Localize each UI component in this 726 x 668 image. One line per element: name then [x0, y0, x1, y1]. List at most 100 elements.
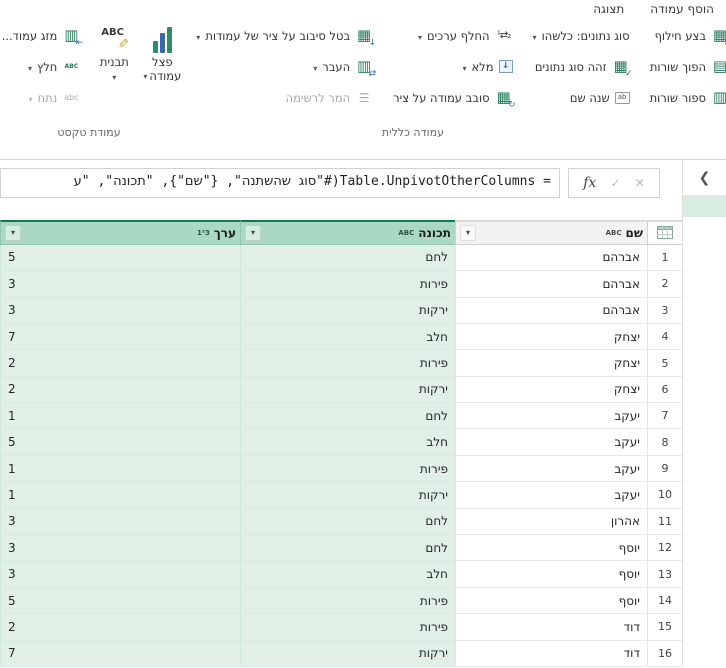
value-cell[interactable]: 3 [0, 509, 240, 535]
attribute-cell[interactable]: ירקות [240, 377, 455, 403]
count-rows-button[interactable]: ספור שורות [646, 82, 726, 113]
value-cell[interactable]: 1 [0, 456, 240, 482]
name-cell[interactable]: אברהם [455, 298, 647, 324]
attribute-cell[interactable]: ירקות [240, 482, 455, 508]
attribute-cell[interactable]: פירות [240, 614, 455, 640]
format-button[interactable]: תבנית [90, 17, 138, 125]
attribute-cell[interactable]: חלב [240, 324, 455, 350]
row-number-cell[interactable]: 9 [647, 456, 682, 482]
value-cell[interactable]: 3 [0, 298, 240, 324]
column-header-value[interactable]: ערך 1²3 [0, 220, 240, 245]
row-number-cell[interactable]: 10 [647, 482, 682, 508]
value-cell[interactable]: 2 [0, 350, 240, 376]
attribute-cell[interactable]: פירות [240, 588, 455, 614]
attribute-cell[interactable]: לחם [240, 509, 455, 535]
reverse-rows-button[interactable]: הפוך שורות [646, 51, 726, 82]
row-number-cell[interactable]: 7 [647, 403, 682, 429]
row-number-cell[interactable]: 8 [647, 429, 682, 455]
name-cell[interactable]: יעקב [455, 456, 647, 482]
attribute-cell[interactable]: ירקות [240, 298, 455, 324]
name-cell[interactable]: דוד [455, 614, 647, 640]
name-cell[interactable]: אברהם [455, 271, 647, 297]
value-cell[interactable]: 1 [0, 403, 240, 429]
name-cell[interactable]: יצחק [455, 324, 647, 350]
transpose-button[interactable]: בצע חילוף [646, 20, 726, 51]
row-number-cell[interactable]: 4 [647, 324, 682, 350]
name-cell[interactable]: יעקב [455, 403, 647, 429]
value-cell[interactable]: 2 [0, 377, 240, 403]
group-label-text-column: עמודת טקסט [0, 125, 186, 142]
split-column-button[interactable]: פצל עמודה [138, 17, 186, 125]
attribute-cell[interactable]: פירות [240, 456, 455, 482]
detect-data-type-button[interactable]: זהה סוג נתונים [529, 51, 634, 82]
number-type-icon: 1²3 [197, 229, 210, 237]
pivot-column-button[interactable]: סובב עמודה על ציר [389, 82, 516, 113]
tab-add-column[interactable]: הוסף עמודה [650, 2, 714, 16]
add-step-fx-button[interactable]: fx [583, 175, 596, 191]
value-cell[interactable]: 1 [0, 482, 240, 508]
replace-values-button[interactable]: החלף ערכים [389, 20, 516, 51]
dropdown-caret-icon [462, 60, 466, 74]
attribute-cell[interactable]: פירות [240, 271, 455, 297]
name-cell[interactable]: יעקב [455, 482, 647, 508]
value-cell[interactable]: 5 [0, 245, 240, 271]
select-all-corner-button[interactable] [647, 220, 682, 245]
extract-button[interactable]: חלץ [0, 51, 84, 82]
column-header-attribute[interactable]: תכונה ABC [240, 220, 455, 245]
merge-columns-icon [62, 27, 80, 45]
attribute-cell[interactable]: חלב [240, 429, 455, 455]
row-number-cell[interactable]: 3 [647, 298, 682, 324]
expand-queries-pane-button[interactable]: ❯ [699, 170, 711, 190]
attribute-cell[interactable]: לחם [240, 535, 455, 561]
value-cell[interactable]: 7 [0, 324, 240, 350]
filter-dropdown-button[interactable] [5, 225, 21, 241]
filter-dropdown-button[interactable] [245, 225, 261, 241]
row-number-cell[interactable]: 13 [647, 561, 682, 587]
row-number-cell[interactable]: 6 [647, 377, 682, 403]
commit-formula-button[interactable]: ✓ [610, 176, 620, 190]
name-cell[interactable]: אברהם [455, 245, 647, 271]
value-cell[interactable]: 5 [0, 429, 240, 455]
name-cell[interactable]: דוד [455, 641, 647, 667]
value-cell[interactable]: 3 [0, 271, 240, 297]
queries-pane-tab[interactable] [683, 195, 726, 217]
row-number-cell[interactable]: 5 [647, 350, 682, 376]
row-number-cell[interactable]: 2 [647, 271, 682, 297]
value-cell[interactable]: 3 [0, 535, 240, 561]
name-cell[interactable]: יוסף [455, 561, 647, 587]
merge-columns-button[interactable]: מזג עמוד... [0, 20, 84, 51]
name-cell[interactable]: יוסף [455, 588, 647, 614]
name-cell[interactable]: יצחק [455, 350, 647, 376]
fill-button[interactable]: מלא [389, 51, 516, 82]
filter-dropdown-button[interactable] [460, 225, 476, 241]
formula-input[interactable]: = Table.UnpivotOtherColumns(#"סוג שהשתנה… [0, 168, 560, 198]
fill-icon [499, 60, 513, 73]
name-cell[interactable]: יוסף [455, 535, 647, 561]
attribute-cell[interactable]: ירקות [240, 641, 455, 667]
unpivot-columns-button[interactable]: בטל סיבוב על ציר של עמודות [192, 20, 377, 51]
name-cell[interactable]: יעקב [455, 429, 647, 455]
attribute-cell[interactable]: לחם [240, 245, 455, 271]
value-cell[interactable]: 2 [0, 614, 240, 640]
attribute-cell[interactable]: חלב [240, 561, 455, 587]
attribute-cell[interactable]: פירות [240, 350, 455, 376]
attribute-cell[interactable]: לחם [240, 403, 455, 429]
name-cell[interactable]: יצחק [455, 377, 647, 403]
column-header-name[interactable]: שם ABC [455, 220, 647, 245]
value-cell[interactable]: 7 [0, 641, 240, 667]
row-number-cell[interactable]: 12 [647, 535, 682, 561]
name-cell[interactable]: אהרון [455, 509, 647, 535]
row-number-cell[interactable]: 16 [647, 641, 682, 667]
row-number-cell[interactable]: 15 [647, 614, 682, 640]
move-button[interactable]: העבר [192, 51, 377, 82]
ribbon: הוסף עמודה תצוגה בצע חילוף הפוך שורות [0, 0, 726, 160]
cancel-formula-button[interactable]: ✕ [635, 176, 645, 190]
row-number-cell[interactable]: 1 [647, 245, 682, 271]
row-number-cell[interactable]: 11 [647, 509, 682, 535]
rename-button[interactable]: שנה שם [529, 82, 634, 113]
data-type-button[interactable]: סוג נתונים: כלשהו [529, 20, 634, 51]
value-cell[interactable]: 5 [0, 588, 240, 614]
row-number-cell[interactable]: 14 [647, 588, 682, 614]
tab-view[interactable]: תצוגה [593, 2, 624, 16]
value-cell[interactable]: 3 [0, 561, 240, 587]
